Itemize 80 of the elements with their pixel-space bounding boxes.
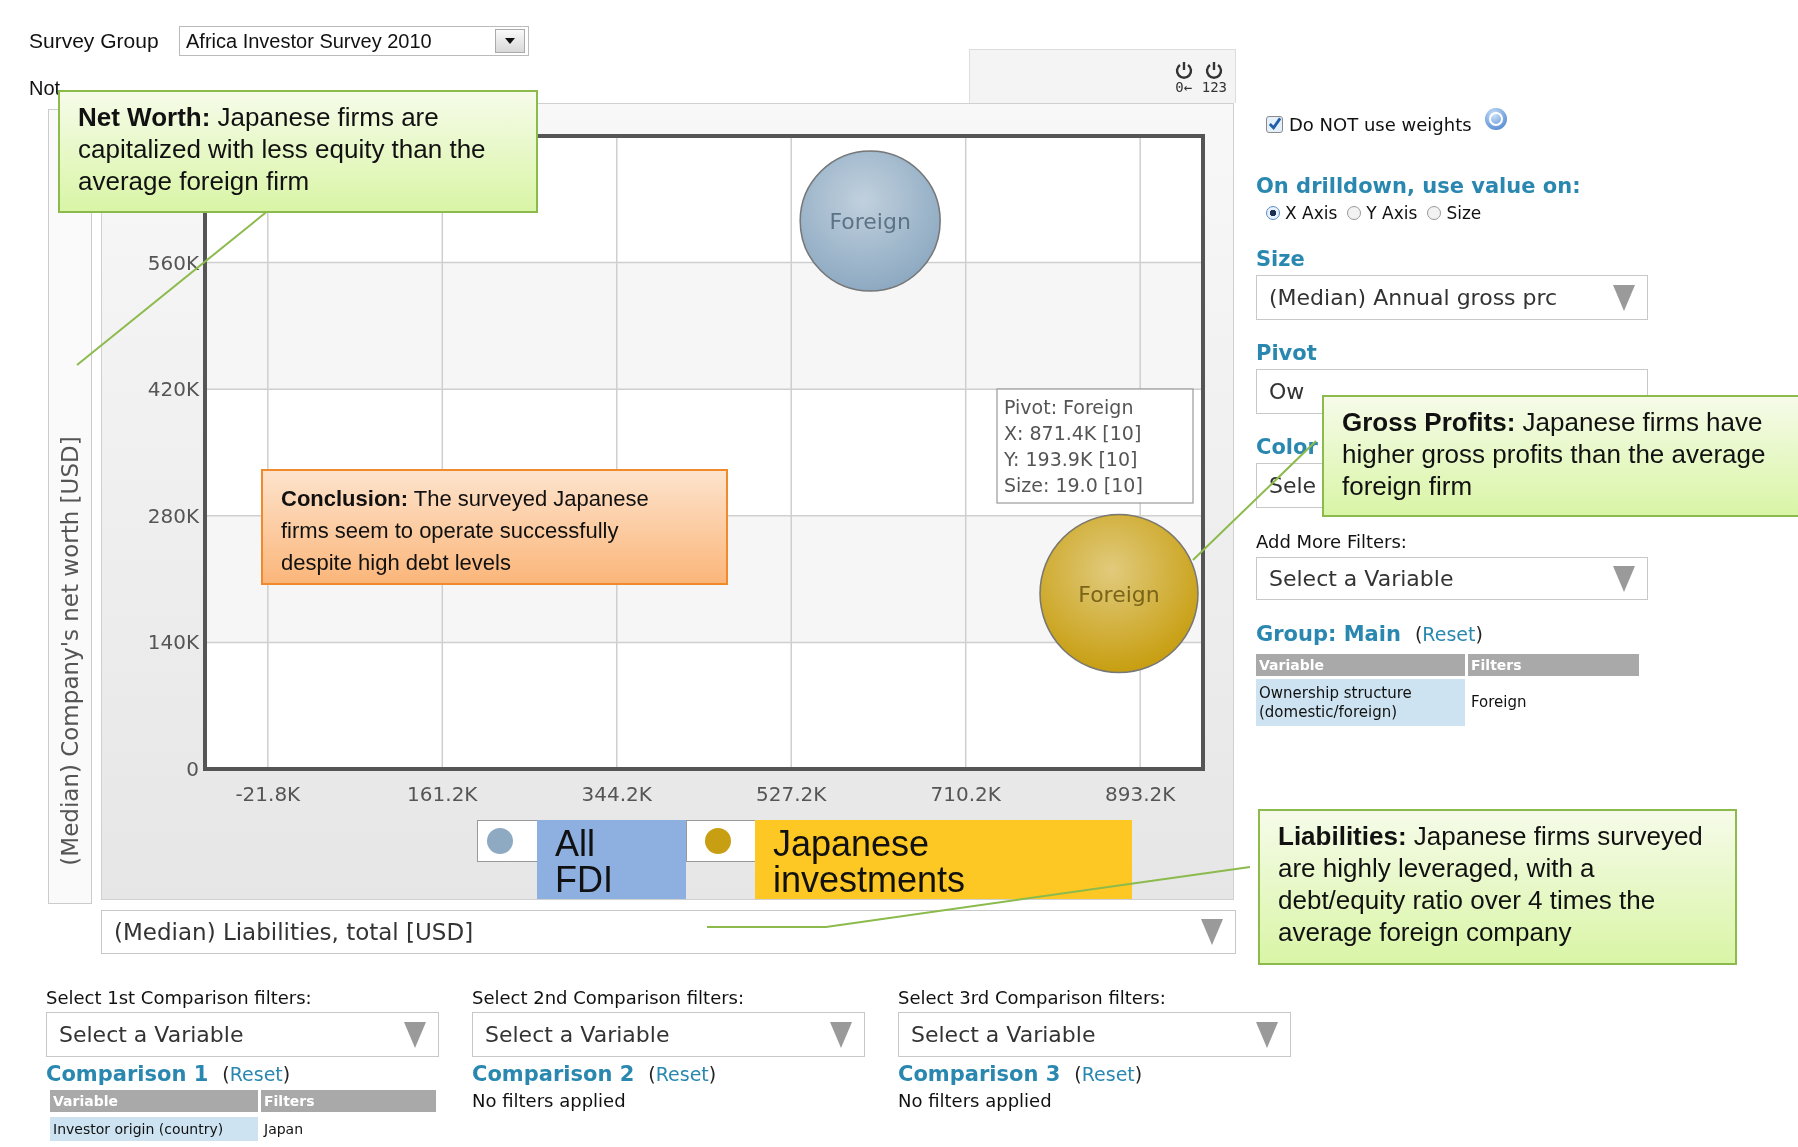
power-icon [1173, 59, 1194, 80]
survey-group-label: Survey Group [29, 29, 160, 53]
comparison-label: Select 2nd Comparison filters: [472, 986, 746, 1010]
x-tick-label: 161.2K [407, 782, 478, 806]
dropdown-button[interactable] [495, 29, 525, 53]
callout-tooltip: Gross Profits: Japanese firms have higher gross profits than the average foreign firm [1322, 395, 1798, 517]
group-heading: Group: Main [1256, 622, 1401, 646]
comparison-label: Select 1st Comparison filters: [46, 986, 313, 1010]
callout-tooltip: Liabilities: Japanese firms surveyed are highly leveraged, with a debt/equity ratio over 4 times the average foreign company [1258, 809, 1737, 965]
weights-label: Do NOT use weights [1289, 113, 1472, 135]
power-reset-button[interactable]: 123 [1201, 59, 1227, 94]
comparison-heading: Comparison 2 [472, 1062, 635, 1086]
legend-dot[interactable] [487, 828, 513, 854]
tooltip-line: Pivot: Foreign [1004, 396, 1134, 418]
drilldown-heading: On drilldown, use value on: [1256, 173, 1582, 200]
reset-link[interactable]: (Reset) [222, 1063, 291, 1085]
reset-link[interactable]: (Reset) [1414, 623, 1483, 645]
power-reset-button[interactable]: 0← [1173, 59, 1194, 94]
y-axis-title[interactable]: (Median) Company's net worth [USD] [57, 436, 83, 866]
y-tick-label: 420K [147, 377, 199, 402]
checkbox[interactable] [1266, 115, 1283, 133]
callout-tooltip: Conclusion: The surveyed Japanese firms seem to operate successfully despite high debt levels [261, 469, 728, 585]
x-tick-label: 710.2K [930, 782, 1001, 806]
x-tick-label: 344.2K [581, 782, 652, 806]
y-tick-label: 560K [147, 250, 199, 275]
bubble-label: Foreign [829, 209, 911, 234]
note-text: Not [29, 77, 61, 100]
table-cell-text: Foreign [1470, 692, 1528, 713]
reset-link[interactable]: (Reset) [648, 1063, 717, 1085]
legend-label: All FDI [537, 820, 686, 899]
table-header: Variable [50, 1090, 258, 1112]
bubble[interactable] [1039, 513, 1199, 674]
dropdown-arrow-icon [1613, 284, 1635, 311]
radio-option[interactable]: X Axis [1266, 203, 1338, 223]
dropdown-arrow-icon [1256, 1021, 1278, 1048]
power-icon [1204, 59, 1225, 80]
x-tick-label: 527.2K [756, 782, 827, 806]
x-axis-select[interactable]: (Median) Liabilities, total [USD] [101, 910, 1236, 954]
comparison-label: Select 3rd Comparison filters: [898, 986, 1167, 1010]
table-cell: Investor origin (country) [50, 1117, 258, 1141]
tooltip-line: Y: 193.9K [10] [1004, 448, 1138, 470]
bubble-label: Foreign [1078, 581, 1160, 607]
bubble[interactable] [799, 150, 941, 292]
dropdown-arrow-icon [404, 1021, 426, 1048]
dropdown[interactable]: Select a Variable [472, 1012, 865, 1057]
empty-filters-text: No filters applied [472, 1090, 627, 1111]
x-tick-label: 893.2K [1105, 782, 1176, 806]
dropdown-arrow-icon [830, 1021, 852, 1048]
tooltip-line: X: 871.4K [10] [1004, 422, 1142, 444]
dropdown[interactable]: Select a Variable [898, 1012, 1291, 1057]
y-tick-label: 140K [147, 630, 199, 655]
table-header: Filters [1468, 654, 1639, 676]
table-header: Filters [261, 1090, 436, 1112]
tooltip-line: Size: 19.0 [10] [1004, 474, 1143, 496]
radio-option[interactable]: Size [1427, 203, 1482, 223]
y-tick-label: 0 [186, 757, 199, 781]
selector-heading: Size [1256, 247, 1305, 271]
dropdown[interactable]: Select a Variable [46, 1012, 439, 1057]
x-tick-label: -21.8K [235, 782, 301, 806]
survey-group-select[interactable]: Africa Investor Survey 2010 [179, 26, 529, 56]
callout-tooltip: Net Worth: Japanese firms are capitalized with less equity than the average foreign firm [58, 90, 538, 213]
dropdown-arrow-icon [1613, 565, 1635, 592]
legend-dot[interactable] [705, 828, 731, 854]
reset-link[interactable]: (Reset) [1074, 1063, 1143, 1085]
caret-icon [505, 38, 515, 44]
radio-option[interactable]: Y Axis [1347, 203, 1418, 223]
legend-label: Japanese investments [755, 820, 1132, 899]
table-header: Variable [1256, 654, 1465, 676]
empty-filters-text: No filters applied [898, 1090, 1053, 1111]
y-tick-label: 280K [147, 503, 199, 528]
table-cell: Ownership structure (domestic/foreign) [1256, 679, 1465, 726]
comparison-heading: Comparison 1 [46, 1062, 209, 1086]
comparison-heading: Comparison 3 [898, 1062, 1061, 1086]
selector-heading: Pivot [1256, 341, 1317, 365]
help-icon[interactable] [1483, 107, 1508, 131]
dropdown-arrow-icon [1201, 919, 1223, 945]
table-cell-text: Japan [262, 1120, 305, 1139]
dropdown[interactable]: Select a Variable [1256, 557, 1648, 600]
dropdown[interactable]: (Median) Annual gross prc [1256, 275, 1648, 320]
add-filters-label: Add More Filters: [1256, 530, 1408, 554]
